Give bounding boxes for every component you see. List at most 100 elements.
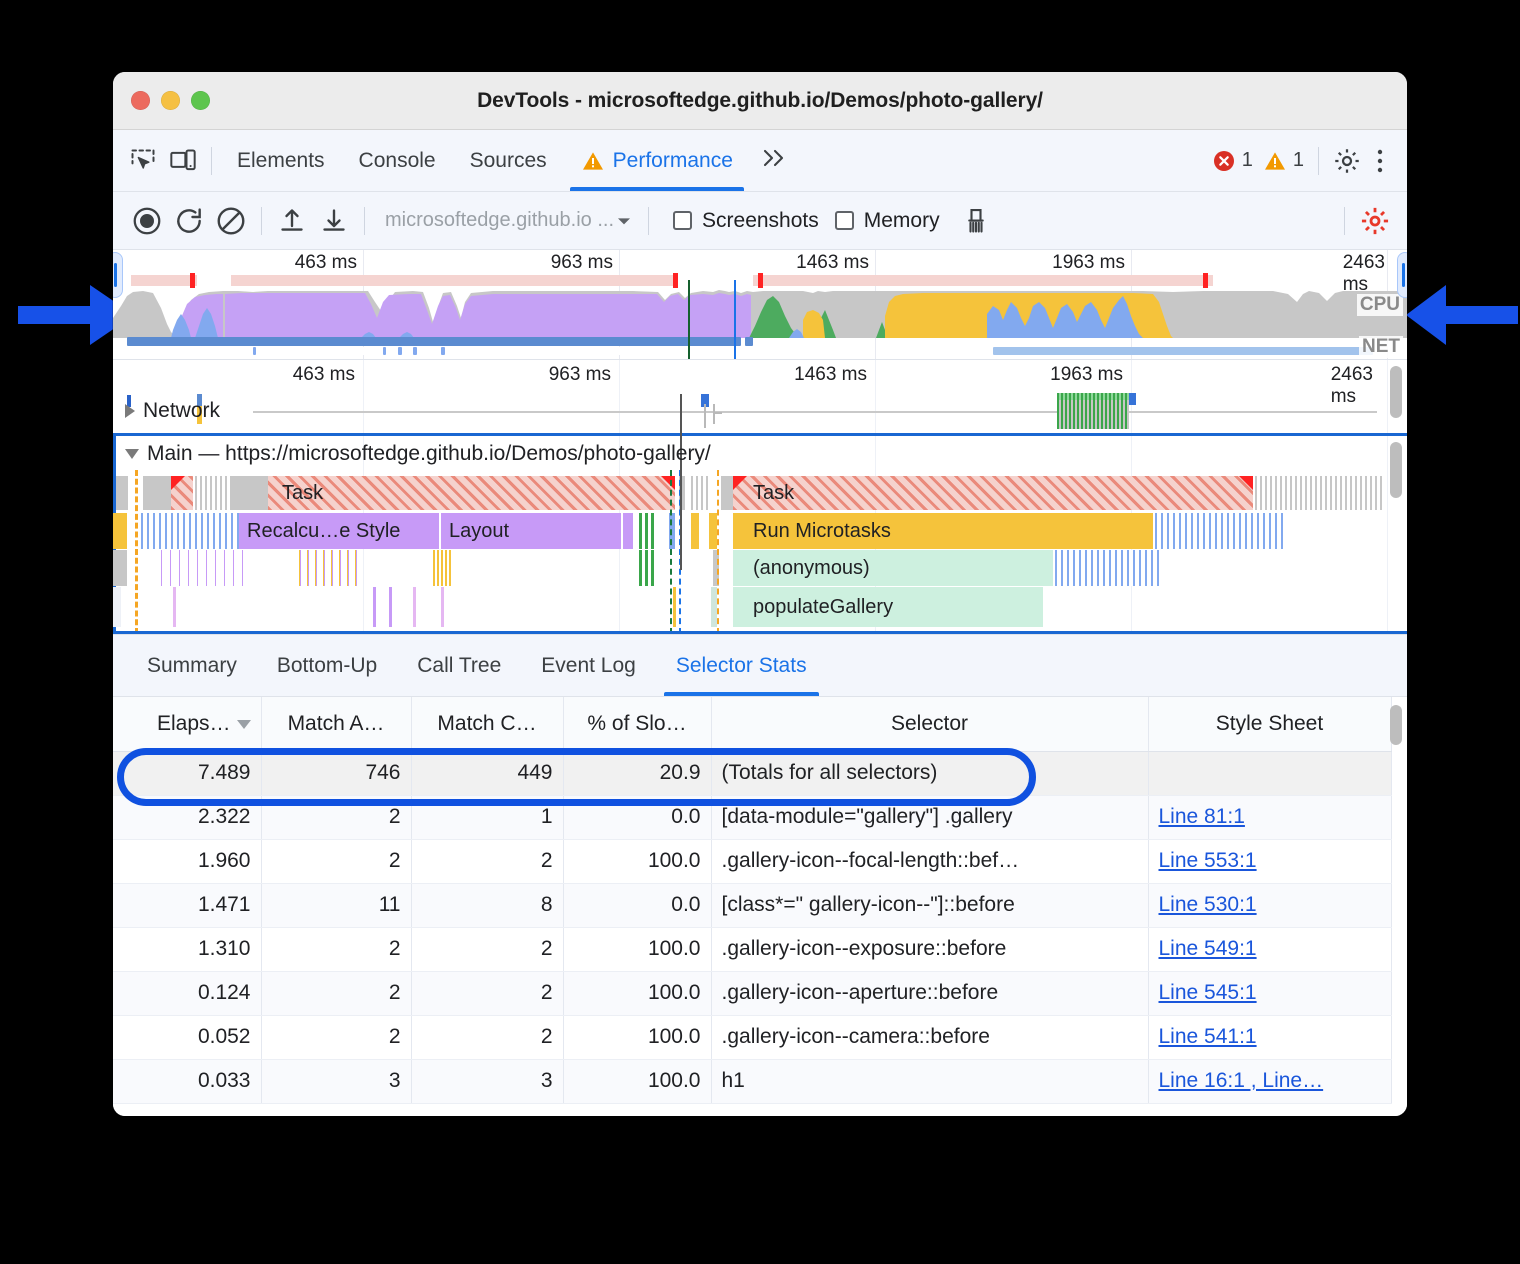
expand-triangle-icon[interactable] [125, 404, 135, 418]
column-header-elapsed[interactable]: Elaps… [113, 697, 261, 751]
stylesheet-link[interactable]: Line 530:1 [1159, 893, 1257, 916]
error-counter[interactable]: 1 [1212, 149, 1253, 173]
device-toolbar-icon[interactable] [163, 141, 203, 181]
track-main[interactable]: Main — https://microsoftedge.github.io/D… [113, 437, 711, 471]
settings-gear-icon[interactable] [1327, 141, 1367, 181]
main-scrollbar-thumb[interactable] [1390, 442, 1402, 498]
collect-garbage-icon[interactable] [956, 201, 996, 241]
zoom-button[interactable] [191, 91, 210, 110]
flame-event-recalculate-style[interactable]: Recalcu…e Style [239, 513, 439, 549]
column-header-selector-label: Selector [891, 712, 968, 735]
table-scrollbar-thumb[interactable] [1390, 705, 1402, 745]
clear-icon[interactable] [211, 201, 251, 241]
flame-event-task-1b[interactable]: Task [268, 476, 675, 510]
flame-event-layout[interactable]: Layout [441, 513, 621, 549]
tab-elements[interactable]: Elements [220, 131, 342, 191]
flame-event-group[interactable] [161, 550, 245, 586]
screenshots-checkbox[interactable]: Screenshots [673, 209, 819, 233]
memory-checkbox-box[interactable] [835, 211, 854, 230]
stylesheet-link[interactable]: Line 16:1 , Line… [1159, 1069, 1324, 1092]
stylesheet-link[interactable]: Line 553:1 [1159, 849, 1257, 872]
load-profile-icon[interactable] [272, 201, 312, 241]
collapse-triangle-icon[interactable] [125, 449, 139, 459]
flame-event-group[interactable] [195, 476, 231, 510]
tab-selector-stats[interactable]: Selector Stats [656, 636, 827, 696]
more-tabs-button[interactable] [750, 147, 796, 175]
record-icon[interactable] [127, 201, 167, 241]
stylesheet-link[interactable]: Line 541:1 [1159, 1025, 1257, 1048]
flame-event-group[interactable] [639, 513, 657, 549]
more-options-icon[interactable] [1367, 141, 1393, 181]
flame-event-run-microtasks[interactable]: Run Microtasks [733, 513, 1153, 549]
window-controls[interactable] [113, 91, 210, 110]
table-row[interactable]: 1.471 11 8 0.0 [class*=" gallery-icon--"… [113, 883, 1391, 927]
column-header-stylesheet[interactable]: Style Sheet [1148, 697, 1391, 751]
tab-event-log[interactable]: Event Log [521, 636, 656, 696]
table-row[interactable]: 0.052 2 2 100.0 .gallery-icon--camera::b… [113, 1015, 1391, 1059]
column-header-pct-slow[interactable]: % of Slo… [563, 697, 711, 751]
profile-url-dropdown[interactable]: microsoftedge.github.io ... [385, 209, 632, 232]
tab-summary[interactable]: Summary [127, 636, 257, 696]
capture-settings-gear-icon[interactable] [1355, 201, 1395, 241]
flame-event-block[interactable] [230, 476, 268, 510]
flame-event-block[interactable] [389, 587, 392, 627]
tab-console[interactable]: Console [342, 131, 453, 191]
flame-event-block[interactable] [113, 513, 127, 549]
column-header-match-count[interactable]: Match C… [411, 697, 563, 751]
flame-event-block[interactable] [709, 513, 717, 549]
screenshots-checkbox-box[interactable] [673, 211, 692, 230]
flame-event-group[interactable] [433, 550, 453, 586]
cell-selector: .gallery-icon--exposure::before [711, 927, 1148, 971]
table-row[interactable]: 0.033 3 3 100.0 h1 Line 16:1 , Line… [113, 1059, 1391, 1103]
flame-event-group[interactable] [639, 550, 657, 586]
close-button[interactable] [131, 91, 150, 110]
flame-event-group[interactable] [691, 476, 709, 510]
table-row-totals[interactable]: 7.489 746 449 20.9 (Totals for all selec… [113, 751, 1391, 795]
flame-event-block[interactable] [116, 476, 128, 510]
tab-sources[interactable]: Sources [453, 131, 564, 191]
inspect-element-icon[interactable] [123, 141, 163, 181]
flame-event-block[interactable] [691, 513, 699, 549]
table-row[interactable]: 1.310 2 2 100.0 .gallery-icon--exposure:… [113, 927, 1391, 971]
flame-event-block[interactable] [113, 587, 121, 627]
flame-event-group[interactable] [1055, 550, 1159, 586]
tab-bottom-up[interactable]: Bottom-Up [257, 636, 397, 696]
table-row[interactable]: 0.124 2 2 100.0 .gallery-icon--aperture:… [113, 971, 1391, 1015]
flame-event-block[interactable] [373, 587, 376, 627]
flame-event-block[interactable] [623, 513, 633, 549]
stylesheet-link[interactable]: Line 81:1 [1159, 805, 1245, 828]
save-profile-icon[interactable] [314, 201, 354, 241]
cell-elapsed: 2.322 [113, 795, 261, 839]
minimize-button[interactable] [161, 91, 180, 110]
selector-stats-table-wrap[interactable]: Elaps… Match A… Match C… % of Slo… Selec… [113, 697, 1407, 1116]
flame-event-block[interactable] [413, 587, 416, 627]
table-row[interactable]: 2.322 2 1 0.0 [data-module="gallery"] .g… [113, 795, 1391, 839]
warning-counter[interactable]: 1 [1263, 149, 1304, 173]
flame-event-block[interactable] [673, 587, 676, 627]
reload-and-record-icon[interactable] [169, 201, 209, 241]
flame-event-task-2[interactable]: Task [733, 476, 1253, 510]
flame-event-group[interactable] [299, 550, 359, 586]
memory-checkbox[interactable]: Memory [835, 209, 940, 233]
flame-event-group[interactable] [1255, 476, 1385, 510]
flame-event-group[interactable] [1155, 513, 1285, 549]
stylesheet-link[interactable]: Line 545:1 [1159, 981, 1257, 1004]
column-header-match-attempts[interactable]: Match A… [261, 697, 411, 751]
flame-event-block[interactable] [173, 587, 176, 627]
tab-call-tree[interactable]: Call Tree [397, 636, 521, 696]
overview-right-handle[interactable] [1397, 252, 1407, 298]
timeline-overview[interactable]: 463 ms 963 ms 1463 ms 1963 ms 2463 ms [113, 250, 1407, 360]
track-network[interactable]: Network [113, 394, 220, 428]
network-scrollbar-thumb[interactable] [1390, 366, 1402, 418]
stylesheet-link[interactable]: Line 549:1 [1159, 937, 1257, 960]
flame-event-group[interactable] [141, 513, 239, 549]
tab-performance[interactable]: Performance [564, 131, 750, 191]
overview-left-handle[interactable] [113, 252, 123, 298]
table-row[interactable]: 1.960 2 2 100.0 .gallery-icon--focal-len… [113, 839, 1391, 883]
flame-event-populategallery[interactable]: populateGallery [733, 587, 1043, 627]
flame-chart[interactable]: 463 ms 963 ms 1463 ms 1963 ms 2463 ms Ne… [113, 360, 1407, 635]
flame-event-anonymous[interactable]: (anonymous) [733, 550, 1053, 586]
flame-event-block[interactable] [441, 587, 444, 627]
column-header-selector[interactable]: Selector [711, 697, 1148, 751]
flame-event-block[interactable] [113, 550, 127, 586]
